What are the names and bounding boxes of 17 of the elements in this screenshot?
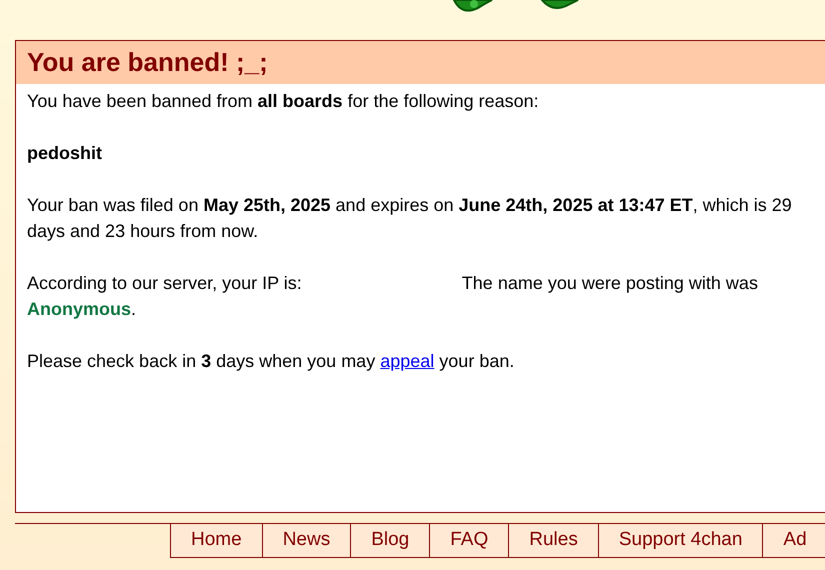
ban-title: You are banned! ;_; xyxy=(27,47,268,78)
nav-link[interactable]: Home xyxy=(170,524,262,558)
appeal-text: Please check back in 3 days when you may appeal your ban. xyxy=(27,350,516,373)
nav-link[interactable]: FAQ xyxy=(429,524,508,558)
poster-name: Anonymous xyxy=(27,299,132,319)
nav-link[interactable]: News xyxy=(262,524,350,558)
ban-intro: You have been banned from all boards for the following reason: xyxy=(27,90,540,113)
nav-link[interactable]: Rules xyxy=(508,524,598,558)
period: . xyxy=(131,299,136,319)
name-label: The name you were posting with was xyxy=(462,273,758,293)
nav-link[interactable]: Support 4chan xyxy=(598,524,762,558)
nav-link[interactable]: Ad xyxy=(762,524,825,558)
ip-label: According to our server, your IP is: xyxy=(27,273,302,293)
appeal-link[interactable]: appeal xyxy=(380,351,434,371)
ban-dates: Your ban was filed on May 25th, 2025 and expires on June 24th, 2025 at 13:47 ET, which is 29 days and 23 hours from now. xyxy=(27,194,793,243)
nav-link[interactable]: Blog xyxy=(350,524,430,558)
ban-reason: pedoshit xyxy=(27,143,102,163)
